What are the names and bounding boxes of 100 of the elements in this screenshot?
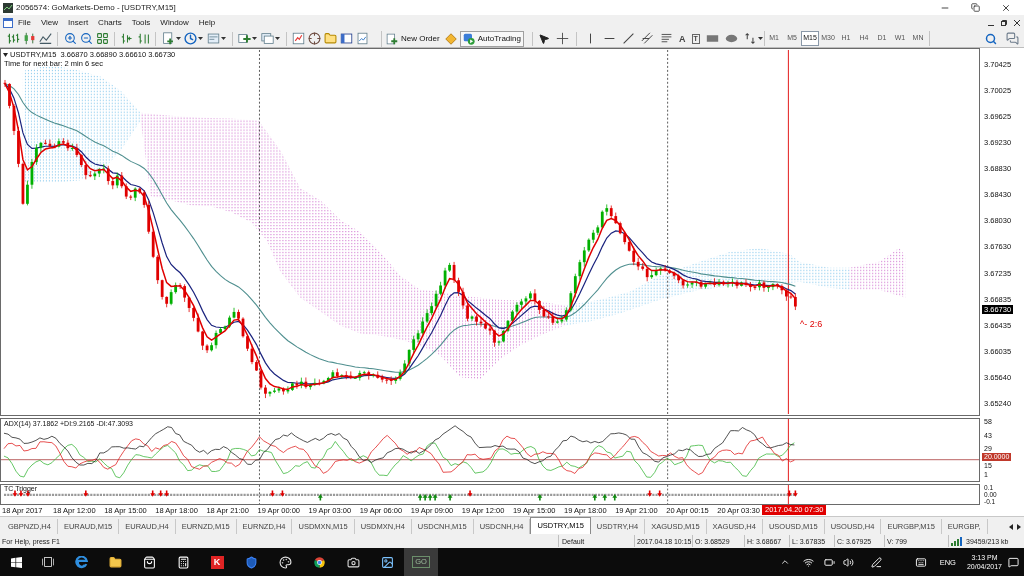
chart-restore-icon[interactable] xyxy=(1001,19,1007,26)
keyboard-icon[interactable] xyxy=(913,556,928,568)
day-separator-line xyxy=(667,485,668,504)
swirl-icon xyxy=(74,555,88,569)
collapse-triangle-icon[interactable] xyxy=(3,52,8,57)
cursor-icon[interactable] xyxy=(538,32,550,45)
bar-lines-icon[interactable] xyxy=(136,32,150,45)
down-arrow-marker xyxy=(647,490,653,497)
down-arrow-marker xyxy=(270,490,275,497)
framed-chart-icon[interactable] xyxy=(292,32,305,45)
annotation-label: ^- 2:6 xyxy=(800,319,823,330)
down-arrow-marker xyxy=(657,490,663,497)
down-arrow-marker xyxy=(83,490,89,497)
image-icon xyxy=(380,555,394,569)
text-tool-button[interactable]: A xyxy=(679,33,686,44)
up-arrow-marker xyxy=(612,494,618,501)
chevron-up-icon[interactable] xyxy=(779,557,790,567)
calculator-icon xyxy=(176,555,190,569)
line-chart-icon[interactable] xyxy=(38,32,52,45)
scroll-left-icon[interactable] xyxy=(1009,523,1013,530)
up-arrow-marker xyxy=(592,494,598,501)
up-arrow-marker xyxy=(447,494,453,501)
bar-chart-icon[interactable] xyxy=(6,32,20,45)
menu-item[interactable]: Insert xyxy=(63,17,94,28)
panes-icon xyxy=(42,557,54,567)
clock-icon[interactable] xyxy=(184,32,197,45)
bullish-candle xyxy=(133,186,137,202)
day-separator-line xyxy=(259,485,260,504)
bullish-candle xyxy=(115,172,119,189)
target-icon[interactable] xyxy=(308,32,321,45)
restore-icon[interactable] xyxy=(971,3,980,12)
close-icon[interactable] xyxy=(1001,2,1011,13)
bearish-cloud-area xyxy=(849,247,906,298)
segmented-circle-icon xyxy=(312,555,326,569)
bearish-candle xyxy=(762,280,766,293)
battery-icon[interactable] xyxy=(823,556,835,568)
bearish-candle xyxy=(367,370,371,380)
bullish-candle xyxy=(371,372,375,378)
bearish-candle xyxy=(317,379,321,386)
candlestick-chart-icon[interactable] xyxy=(22,32,36,45)
caret-icon[interactable] xyxy=(757,37,763,40)
bullish-candle xyxy=(740,281,743,287)
shopping-bag-icon xyxy=(142,555,156,569)
up-arrow-marker xyxy=(602,494,608,501)
menu-item[interactable]: Help xyxy=(193,17,221,28)
new-order-button[interactable]: New Order xyxy=(384,31,442,46)
chart-tile-icon xyxy=(3,2,13,13)
bullish-candle xyxy=(300,377,303,389)
caret-icon[interactable] xyxy=(274,37,280,40)
panel-window-icon[interactable] xyxy=(340,32,353,45)
signal-bars-icon xyxy=(951,536,963,546)
document-plus-icon[interactable] xyxy=(161,32,175,45)
auto-trading-button[interactable]: AutoTrading xyxy=(459,30,524,47)
caret-icon[interactable] xyxy=(220,37,226,40)
chart-close-icon[interactable] xyxy=(1014,19,1020,26)
bearish-candle xyxy=(699,279,703,290)
volume-icon[interactable] xyxy=(842,556,854,568)
caret-icon[interactable] xyxy=(175,37,181,40)
menu-item[interactable]: Tools xyxy=(126,17,156,28)
bullish-candle xyxy=(340,373,344,380)
arrows-icon[interactable] xyxy=(743,32,757,45)
grid-icon[interactable] xyxy=(95,32,109,45)
bars-arrow-icon[interactable] xyxy=(120,32,134,45)
crosshair-icon[interactable] xyxy=(556,32,569,45)
current-time-line xyxy=(787,419,789,481)
zoom-out-icon[interactable] xyxy=(79,32,93,45)
search-icon[interactable] xyxy=(985,32,997,45)
caret-icon[interactable] xyxy=(252,37,257,40)
menu-item[interactable]: View xyxy=(35,17,64,28)
ellipse-icon[interactable] xyxy=(724,32,738,45)
day-separator-line xyxy=(259,419,260,481)
bearish-candle xyxy=(713,277,716,288)
bullish-candle xyxy=(758,279,761,291)
pen-icon[interactable] xyxy=(870,556,882,568)
wifi-icon[interactable] xyxy=(802,556,814,568)
document-plus-icon xyxy=(386,32,398,45)
document-chart-icon[interactable] xyxy=(356,32,369,45)
caret-icon[interactable] xyxy=(198,37,203,40)
chat-icon[interactable] xyxy=(1006,32,1019,45)
parallel-lines-icon[interactable] xyxy=(641,32,654,45)
bullish-candle xyxy=(470,315,474,322)
taskbar-button[interactable]: K xyxy=(200,548,234,576)
zoom-in-icon[interactable] xyxy=(63,32,77,45)
scroll-right-icon[interactable] xyxy=(1017,523,1021,530)
camera-icon xyxy=(346,555,360,569)
menu-item[interactable]: File xyxy=(13,17,36,28)
window-plus-icon[interactable] xyxy=(238,32,251,45)
rectangle-icon[interactable] xyxy=(705,32,719,45)
bullish-candle xyxy=(70,143,74,152)
menu-item[interactable]: Charts xyxy=(93,17,127,28)
bearish-candle xyxy=(282,386,285,396)
window-title: 2056574: GoMarkets-Demo - [USDTRY,M15] xyxy=(16,2,176,13)
palette-icon xyxy=(278,555,292,569)
down-arrow-marker xyxy=(150,490,156,497)
window-icon[interactable] xyxy=(3,17,13,28)
menu-item[interactable]: Window xyxy=(155,17,194,28)
trend-line-icon[interactable] xyxy=(622,32,635,45)
shield-icon xyxy=(244,555,258,569)
stacked-lines-icon[interactable] xyxy=(660,32,673,45)
notification-icon[interactable] xyxy=(1008,556,1019,568)
